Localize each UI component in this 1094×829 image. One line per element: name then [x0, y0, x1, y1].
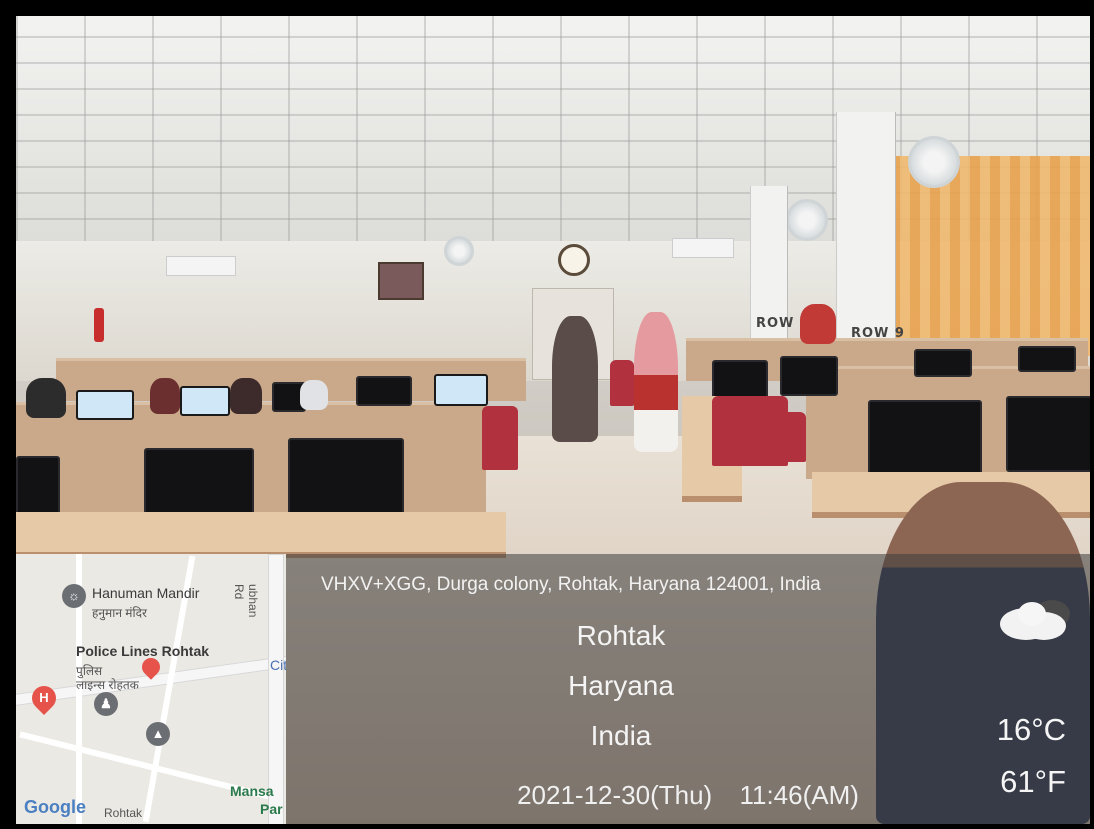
wall-fan-1 [908, 136, 960, 188]
map-label-police-local-2: लाइन्स रोहतक [76, 678, 139, 692]
city-text: Rohtak [576, 620, 666, 651]
map-label-city: Cit [270, 657, 286, 673]
wall-fan-3 [444, 236, 474, 266]
person-seated-3 [150, 378, 180, 414]
monitor-back-1 [76, 390, 134, 420]
monitor-front-5 [1006, 396, 1090, 472]
temperature-fahrenheit: 61°F [1000, 764, 1066, 799]
person-seated-5 [300, 380, 328, 410]
air-conditioner-left [166, 256, 236, 276]
person-standing-2 [634, 312, 678, 452]
person-seated-4 [230, 378, 262, 414]
address-text: VHXV+XGG, Durga colony, Rohtak, Haryana … [321, 574, 821, 595]
map-label-mansa-1: Mansa [230, 783, 274, 799]
fire-extinguisher [94, 308, 104, 342]
map-inset: ☼ Hanuman Mandir हनुमान मंदिर Police Lin… [16, 554, 286, 824]
wall-clock [558, 244, 590, 276]
cloud-icon [1000, 600, 1070, 640]
person-standing-1 [552, 316, 598, 442]
monitor-back-5 [434, 374, 488, 406]
map-label-rohtak: Rohtak [104, 806, 143, 820]
monitor-back-8 [914, 349, 972, 377]
person-seated-2 [26, 378, 66, 418]
map-label-mansa-2: Par [260, 801, 283, 817]
monitor-front-3 [288, 438, 404, 520]
wall-fan-2 [786, 199, 828, 241]
monitor-back-6 [712, 360, 768, 400]
air-conditioner-right [672, 238, 734, 258]
monitor-back-9 [1018, 346, 1076, 372]
state-text: Haryana [568, 670, 674, 701]
chair-4 [610, 360, 634, 406]
window-curtains [890, 156, 1090, 356]
date-text: 2021-12-30(Thu) [517, 780, 713, 810]
temple-pin-icon: ☼ [62, 584, 86, 608]
desk-front-left [16, 512, 506, 558]
hospital-pin-icon: H [27, 681, 61, 715]
google-logo: Google [24, 797, 86, 817]
photo-frame: ROW 8 ROW 9 ☼ Hanuman Mandir हनुमान मंदि… [0, 0, 1094, 829]
time-text: 11:46(AM) [739, 780, 859, 810]
chair-1 [482, 406, 518, 470]
geotag-overlay: VHXV+XGG, Durga colony, Rohtak, Haryana … [286, 554, 1090, 824]
temperature-celsius: 16°C [996, 712, 1066, 747]
map-label-police: Police Lines Rohtak [76, 643, 210, 659]
datetime: 2021-12-30(Thu) 11:46(AM) [286, 780, 1090, 811]
monitor-front-4 [868, 400, 982, 476]
map-label-temple-local: हनुमान मंदिर [92, 606, 147, 620]
school-pin-icon: ▲ [146, 722, 170, 746]
monitor-back-4 [356, 376, 412, 406]
map-label-temple: Hanuman Mandir [92, 585, 200, 601]
monitor-back-2 [180, 386, 230, 416]
country-text: India [590, 720, 652, 751]
monitor-back-7 [780, 356, 838, 396]
police-pin-icon: ♟ [94, 692, 118, 716]
map-label-road: ubhan Rd [232, 584, 260, 618]
person-seated-1 [800, 304, 836, 344]
chair-3 [776, 412, 806, 462]
wall-picture [378, 262, 424, 300]
